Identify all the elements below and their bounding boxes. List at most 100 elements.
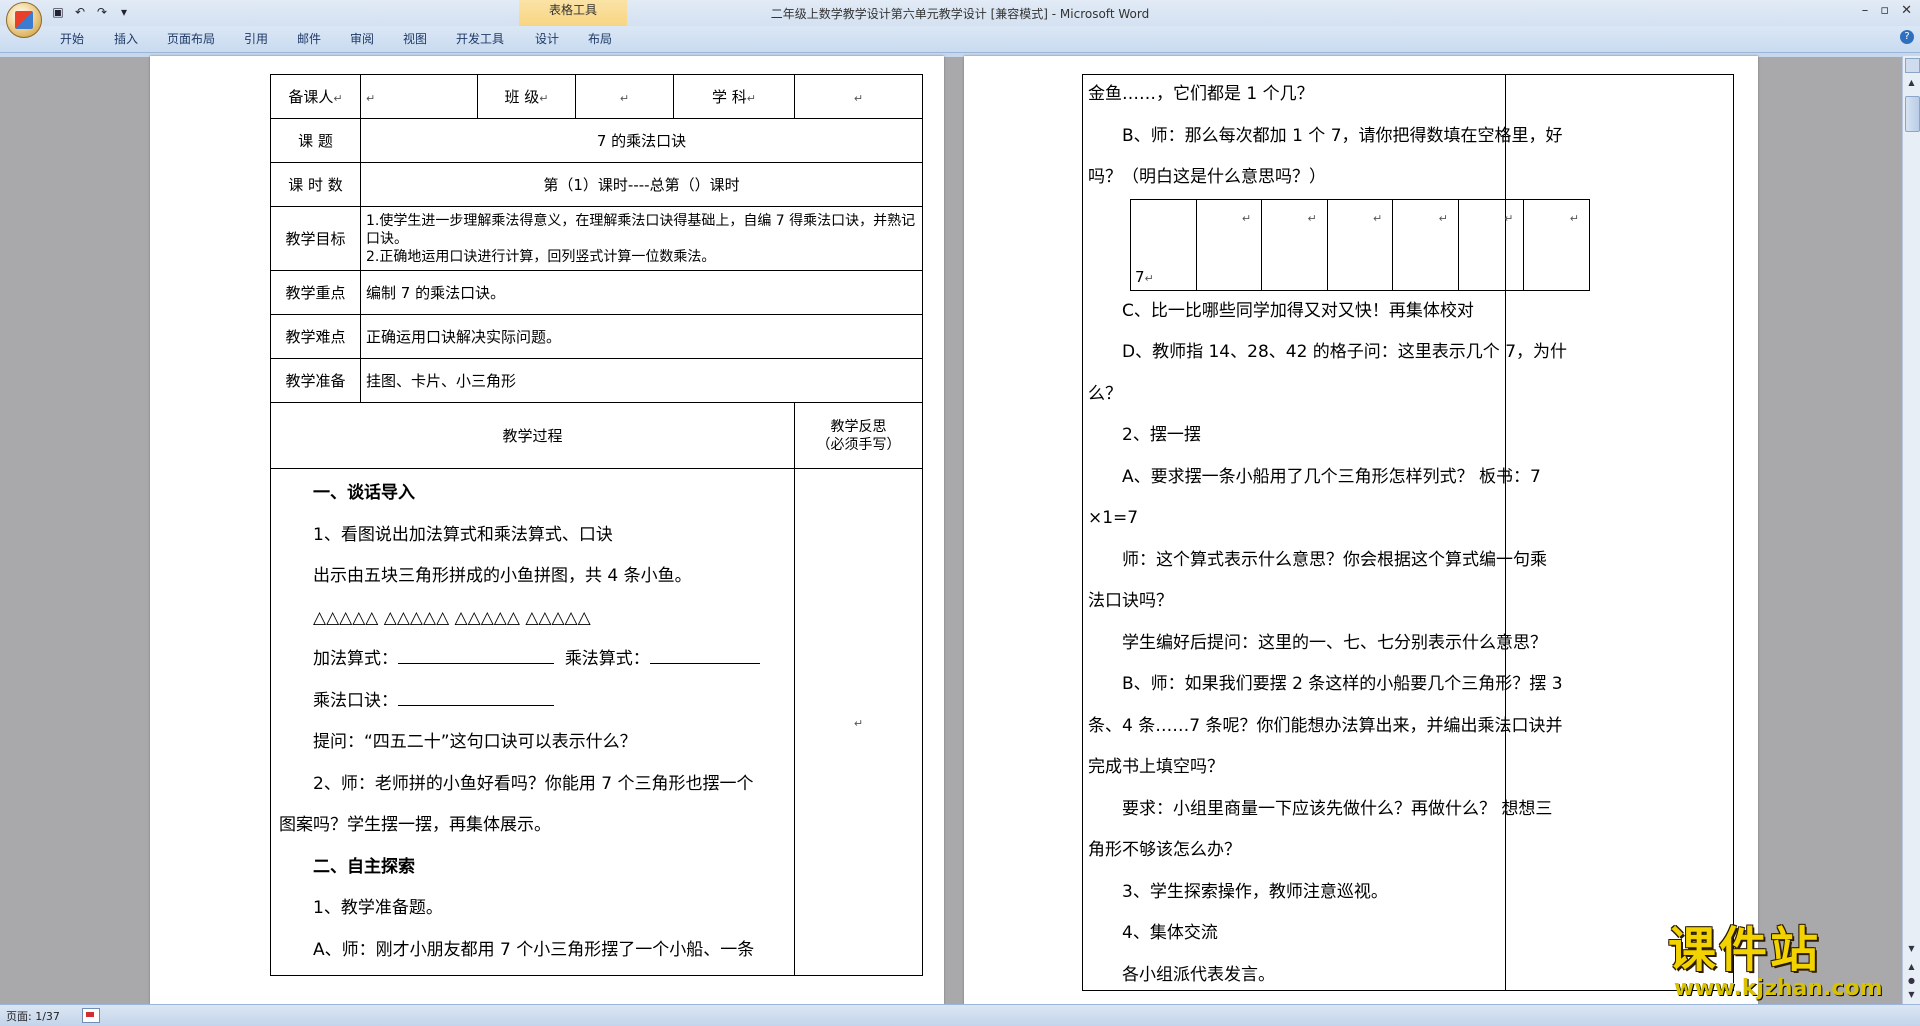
- grid-cell[interactable]: ↵: [1195, 198, 1263, 291]
- period-value[interactable]: 第（1）课时----总第（）课时: [360, 162, 923, 207]
- difficulty-label: 教学难点: [270, 314, 361, 359]
- tab-view[interactable]: 视图: [403, 30, 427, 47]
- vertical-scrollbar[interactable]: ▲ ▼ ▲ ● ▼: [1902, 56, 1920, 1004]
- scroll-up-icon[interactable]: ▲: [1905, 76, 1918, 90]
- paragraph: 法口诀吗？: [1088, 591, 1173, 611]
- paragraph: 2、摆一摆: [1122, 425, 1201, 445]
- close-icon[interactable]: ✕: [1901, 3, 1912, 18]
- process-header: 教学过程: [270, 402, 795, 469]
- reflection-content-cell[interactable]: ↵: [794, 468, 923, 976]
- key-point-value[interactable]: 编制 7 的乘法口诀。: [360, 270, 923, 315]
- paragraph: 角形不够该怎么办？: [1088, 840, 1241, 860]
- grid-cell[interactable]: ↵: [1326, 198, 1394, 291]
- office-logo-icon: [15, 11, 33, 29]
- tab-references[interactable]: 引用: [244, 30, 268, 47]
- maximize-icon[interactable]: ▫: [1880, 3, 1889, 18]
- section-heading: 二、自主探索: [313, 856, 415, 877]
- process-content-continued[interactable]: 金鱼……，它们都是 1 个几？ B、师：那么每次都加 1 个 7，请你把得数填在…: [1088, 74, 1618, 996]
- paragraph: 吗？（明白这是什么意思吗？）: [1088, 167, 1326, 187]
- status-bar: 页面: 1/37: [0, 1004, 1920, 1026]
- reflection-header-line-1: 教学反思: [830, 418, 887, 435]
- minimize-icon[interactable]: –: [1862, 3, 1869, 18]
- lesson-plan-table: 备课人↵ ↵ 班 级↵ ↵ 学 科↵ ↵ 课 题 7 的乘法口诀 课 时 数 第…: [270, 74, 923, 976]
- ruler-toggle-icon[interactable]: [1905, 58, 1920, 73]
- preparation-value[interactable]: 挂图、卡片、小三角形: [360, 358, 923, 403]
- goal-line-2: 2.正确地运用口诀进行计算，回列竖式计算一位数乘法。: [366, 248, 716, 265]
- site-watermark-logo: 课件站 www.kjzhan.com: [1668, 922, 1900, 1002]
- table-row: 课 时 数 第（1）课时----总第（）课时: [270, 162, 923, 207]
- tab-mailings[interactable]: 邮件: [297, 30, 321, 47]
- paragraph: 金鱼……，它们都是 1 个几？: [1088, 84, 1314, 104]
- scroll-down-icon[interactable]: ▼: [1905, 942, 1918, 956]
- paragraph: 1、看图说出加法算式和乘法算式、口诀: [313, 524, 613, 545]
- paragraph-multiplication-rhyme: 乘法口诀：: [279, 681, 786, 723]
- reflection-header-line-2: （必须手写）: [816, 436, 901, 453]
- reflection-header: 教学反思 （必须手写）: [794, 402, 923, 469]
- grid-cell[interactable]: ↵: [1392, 198, 1459, 291]
- topic-value[interactable]: 7 的乘法口诀: [360, 118, 923, 163]
- tab-table-layout[interactable]: 布局: [588, 30, 612, 47]
- class-value-cell[interactable]: ↵: [575, 74, 674, 119]
- grid-cell[interactable]: ↵: [1261, 198, 1328, 291]
- next-page-icon[interactable]: ▼: [1905, 988, 1918, 1002]
- paragraph: A、师：刚才小朋友都用 7 个小三角形摆了一个小船、一条: [313, 939, 755, 960]
- paragraph: ×1=7: [1088, 508, 1139, 528]
- tab-table-design[interactable]: 设计: [535, 30, 559, 47]
- paragraph: 4、集体交流: [1122, 923, 1218, 943]
- topic-label: 课 题: [270, 118, 361, 163]
- tab-review[interactable]: 审阅: [350, 30, 374, 47]
- table-row: 教学过程 教学反思 （必须手写）: [270, 402, 923, 469]
- ribbon-tab-bar: 开始 插入 页面布局 引用 邮件 审阅 视图 开发工具 设计 布局: [0, 26, 1920, 53]
- table-row: 教学目标 1.使学生进一步理解乘法得意义，在理解乘法口诀得基础上，自编 7 得乘…: [270, 206, 923, 271]
- tab-home[interactable]: 开始: [60, 30, 84, 47]
- paragraph: 出示由五块三角形拼成的小鱼拼图，共 4 条小鱼。: [313, 566, 692, 586]
- goal-line-1: 1.使学生进一步理解乘法得意义，在理解乘法口诀得基础上，自编 7 得乘法口诀，并…: [366, 212, 916, 247]
- paragraph: 各小组派代表发言。: [1122, 964, 1275, 985]
- paragraph: 完成书上填空吗？: [1088, 757, 1224, 777]
- help-icon[interactable]: ?: [1900, 30, 1914, 44]
- paragraph: 图案吗？学生摆一摆，再集体展示。: [279, 815, 551, 835]
- grid-cell[interactable]: 7↵: [1130, 198, 1197, 291]
- watermark-url: www.kjzhan.com: [1674, 976, 1883, 1001]
- paragraph: 1、教学准备题。: [313, 898, 443, 918]
- document-page-2: 金鱼……，它们都是 1 个几？ B、师：那么每次都加 1 个 7，请你把得数填在…: [964, 56, 1758, 1004]
- table-row: 备课人↵ ↵ 班 级↵ ↵ 学 科↵ ↵: [270, 74, 923, 119]
- subject-value-cell[interactable]: ↵: [794, 74, 923, 119]
- paragraph: D、教师指 14、28、42 的格子问：这里表示几个 7，为什: [1122, 342, 1568, 362]
- difficulty-value[interactable]: 正确运用口诀解决实际问题。: [360, 314, 923, 359]
- tab-page-layout[interactable]: 页面布局: [167, 30, 215, 47]
- paragraph: 条、4 条……7 条呢？你们能想办法算出来，并编出乘法口诀并: [1088, 715, 1563, 736]
- proofing-icon[interactable]: [82, 1008, 100, 1023]
- previous-page-icon[interactable]: ▲: [1905, 960, 1918, 974]
- section-heading: 一、谈话导入: [313, 483, 415, 503]
- table-row: 教学重点 编制 7 的乘法口诀。: [270, 270, 923, 315]
- goal-label: 教学目标: [270, 206, 361, 271]
- table-row: 教学难点 正确运用口诀解决实际问题。: [270, 314, 923, 359]
- fill-in-grid: 7↵ ↵ ↵ ↵ ↵ ↵ ↵: [1130, 198, 1590, 291]
- office-button[interactable]: [6, 2, 42, 38]
- preparation-label: 教学准备: [270, 358, 361, 403]
- page-counter[interactable]: 页面: 1/37: [6, 1008, 60, 1024]
- tab-insert[interactable]: 插入: [114, 30, 138, 47]
- subject-label: 学 科↵: [673, 74, 795, 119]
- class-label: 班 级↵: [477, 74, 576, 119]
- paragraph: 3、学生探索操作，教师注意巡视。: [1122, 881, 1388, 902]
- grid-cell[interactable]: ↵: [1523, 198, 1590, 291]
- scrollbar-thumb[interactable]: [1905, 96, 1920, 132]
- preparer-value-cell[interactable]: ↵: [360, 74, 478, 119]
- table-row: 7↵ ↵ ↵ ↵ ↵ ↵ ↵: [1130, 198, 1590, 291]
- paragraph: B、师：如果我们要摆 2 条这样的小船要几个三角形？摆 3: [1122, 674, 1563, 694]
- title-bar: ▣ ↶ ↷ ▾ 表格工具 二年级上数学教学设计第六单元教学设计 [兼容模式] -…: [0, 0, 1920, 26]
- preparer-label: 备课人↵: [270, 74, 361, 119]
- table-row: 课 题 7 的乘法口诀: [270, 118, 923, 163]
- table-row: 教学准备 挂图、卡片、小三角形: [270, 358, 923, 403]
- paragraph: A、要求摆一条小船用了几个三角形怎样列式？ 板书：7: [1122, 466, 1541, 487]
- grid-cell[interactable]: ↵: [1457, 198, 1525, 291]
- paragraph: 要求：小组里商量一下应该先做什么？再做什么？ 想想三: [1122, 798, 1553, 819]
- table-row: 一、谈话导入 1、看图说出加法算式和乘法算式、口诀 出示由五块三角形拼成的小鱼拼…: [270, 468, 923, 976]
- select-browse-object-icon[interactable]: ●: [1905, 974, 1918, 988]
- tab-developer[interactable]: 开发工具: [456, 30, 504, 47]
- paragraph-addition-formula: 加法算式： 乘法算式：: [279, 639, 786, 681]
- process-content-cell[interactable]: 一、谈话导入 1、看图说出加法算式和乘法算式、口诀 出示由五块三角形拼成的小鱼拼…: [270, 468, 795, 976]
- goal-value[interactable]: 1.使学生进一步理解乘法得意义，在理解乘法口诀得基础上，自编 7 得乘法口诀，并…: [360, 206, 923, 271]
